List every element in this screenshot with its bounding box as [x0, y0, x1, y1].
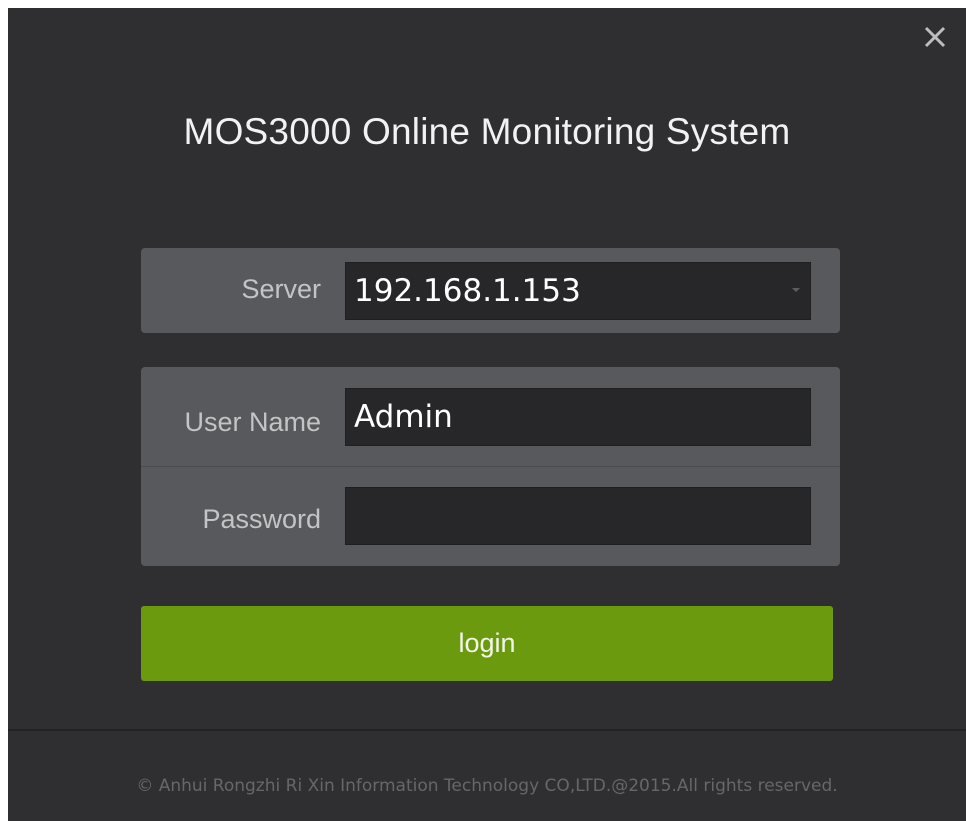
server-label: Server — [241, 274, 321, 304]
server-select[interactable]: 192.168.1.153 — [345, 262, 811, 320]
login-button[interactable]: login — [141, 606, 833, 681]
username-input[interactable] — [345, 388, 811, 446]
server-value: 192.168.1.153 — [354, 273, 581, 309]
username-label: User Name — [184, 407, 321, 437]
chevron-down-icon[interactable] — [792, 288, 800, 292]
credentials-panel: User Name Password — [141, 367, 840, 566]
dialog-title: MOS3000 Online Monitoring System — [183, 111, 791, 152]
footer-divider — [8, 729, 966, 731]
divider — [141, 466, 840, 467]
password-label: Password — [202, 504, 321, 534]
login-dialog: MOS3000 Online Monitoring System Server … — [8, 8, 966, 821]
password-input[interactable] — [345, 487, 811, 545]
close-button[interactable] — [920, 22, 950, 52]
server-panel: Server 192.168.1.153 — [141, 248, 840, 333]
close-icon — [924, 26, 946, 48]
copyright-text: © Anhui Rongzhi Ri Xin Information Techn… — [136, 776, 838, 796]
